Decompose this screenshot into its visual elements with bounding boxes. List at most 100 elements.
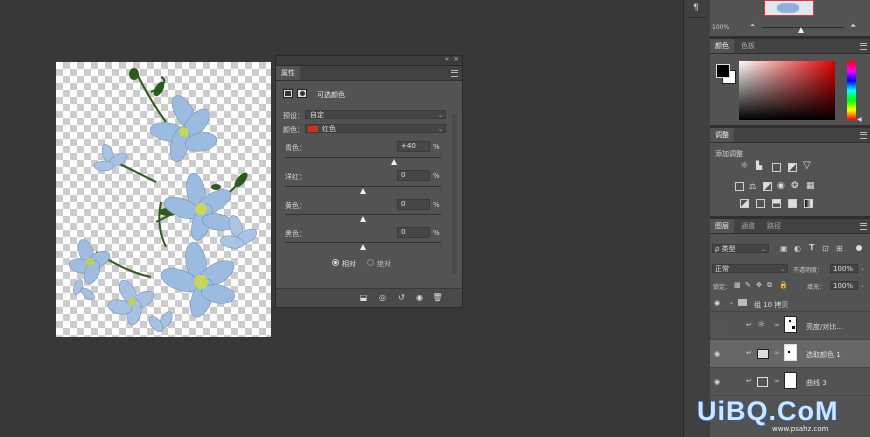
layer-row-curves[interactable]: ◉ ↵ ∞ 曲线 3 xyxy=(710,368,870,396)
colors-select[interactable]: 红色 ⌄ xyxy=(305,124,446,133)
panel-menu-icon[interactable] xyxy=(860,223,867,230)
tab-adjustments[interactable]: 调整 xyxy=(710,128,734,142)
navigator-thumbnail[interactable] xyxy=(764,0,814,16)
tab-channels[interactable]: 通道 xyxy=(736,219,760,233)
black-value-input[interactable]: 0 xyxy=(397,227,430,238)
reset-icon[interactable]: ↺ xyxy=(396,292,407,303)
layer-row-brightness[interactable]: ↵ ☼ ∞ 亮度/对比... xyxy=(710,312,870,340)
layer-mask-icon[interactable] xyxy=(297,89,307,98)
absolute-radio[interactable] xyxy=(367,259,374,266)
zoom-slider-handle[interactable] xyxy=(798,27,804,33)
filter-type-icon[interactable]: T xyxy=(809,243,814,252)
opacity-value: 100% xyxy=(833,265,854,273)
magenta-value-input[interactable]: 0 xyxy=(397,170,430,181)
layer-row-selective-color[interactable]: ◉ ↵ ∞ 选取颜色 1 xyxy=(710,340,870,368)
threshold-icon[interactable] xyxy=(772,199,781,210)
chevron-down-icon[interactable]: ⌄ xyxy=(729,299,734,306)
watermark: UiBQ.CoM www.psahz.com xyxy=(697,396,869,437)
hue-slider[interactable] xyxy=(847,61,856,120)
black-slider-track[interactable] xyxy=(285,242,441,243)
panel-menu-icon[interactable] xyxy=(860,132,867,139)
filter-shape-icon[interactable]: ⊡ xyxy=(822,244,829,253)
visibility-icon[interactable]: ◉ xyxy=(414,292,425,303)
panel-menu-icon[interactable] xyxy=(451,70,458,77)
levels-icon[interactable]: ▙ xyxy=(756,161,762,170)
lock-all-icon[interactable]: 🔒 xyxy=(779,281,788,289)
close-icon[interactable]: × xyxy=(453,55,459,63)
color-lookup-icon[interactable]: ▦ xyxy=(806,181,815,191)
gradient-map-icon[interactable] xyxy=(804,199,813,210)
filter-pixel-icon[interactable]: ▣ xyxy=(780,244,788,253)
layer-name[interactable]: 组 10 拷贝 xyxy=(754,300,788,310)
vibrance-icon[interactable]: ▽ xyxy=(803,160,811,171)
yellow-value-input[interactable]: 0 xyxy=(397,199,430,210)
opacity-dropdown-icon[interactable]: ⌄ xyxy=(860,265,865,272)
color-picker-field[interactable] xyxy=(739,61,835,120)
delete-icon[interactable]: 🗑 xyxy=(432,292,443,303)
zoom-in-icon[interactable]: ⏶ xyxy=(850,21,856,31)
document-canvas[interactable] xyxy=(56,62,271,337)
blend-mode-value: 正常 xyxy=(715,265,729,273)
eye-icon[interactable]: ◉ xyxy=(714,299,720,307)
fill-dropdown-icon[interactable]: ⌄ xyxy=(860,282,865,289)
filter-adjustment-icon[interactable]: ◐ xyxy=(794,244,801,253)
magenta-slider-track[interactable] xyxy=(285,186,441,187)
opacity-input[interactable]: 100% xyxy=(830,264,858,273)
magenta-slider-handle[interactable] xyxy=(360,188,366,194)
visibility-off-box[interactable] xyxy=(715,323,722,330)
preset-select[interactable]: 自定 ⌄ xyxy=(305,110,446,119)
yellow-slider-track[interactable] xyxy=(285,214,441,215)
layer-mask-thumbnail[interactable] xyxy=(784,344,797,361)
color-balance-icon[interactable]: ⚖ xyxy=(749,182,756,191)
tab-swatches[interactable]: 色板 xyxy=(736,39,760,53)
clip-to-layer-icon[interactable]: ⬓ xyxy=(358,292,369,303)
eye-icon[interactable]: ◉ xyxy=(714,378,720,386)
cyan-slider-track[interactable] xyxy=(285,157,441,158)
foreground-color-swatch[interactable] xyxy=(716,64,730,78)
properties-scrollbar[interactable] xyxy=(452,114,457,274)
cyan-slider-handle[interactable] xyxy=(391,159,397,165)
filter-toggle-icon[interactable] xyxy=(856,245,862,251)
lock-image-icon[interactable]: ✎ xyxy=(745,281,751,289)
zoom-level[interactable]: 100% xyxy=(712,24,729,31)
layer-mask-thumbnail[interactable] xyxy=(784,372,797,389)
black-white-icon[interactable] xyxy=(763,182,772,193)
layer-row-group[interactable]: ◉ ⌄ 组 10 拷贝 xyxy=(710,296,870,312)
lock-artboard-icon[interactable]: ⧉ xyxy=(767,281,772,290)
fill-input[interactable]: 100% xyxy=(830,281,858,290)
lock-transparent-icon[interactable]: ▩ xyxy=(734,281,741,289)
layer-mask-thumbnail[interactable] xyxy=(784,316,797,333)
black-slider-handle[interactable] xyxy=(360,244,366,250)
blend-mode-select[interactable]: 正常 ⌄ xyxy=(712,264,788,273)
invert-icon[interactable] xyxy=(740,199,749,210)
layer-name[interactable]: 曲线 3 xyxy=(806,378,827,388)
cyan-value-input[interactable]: +40 xyxy=(397,141,430,152)
layer-name[interactable]: 选取颜色 1 xyxy=(806,350,841,360)
eye-icon[interactable]: ◉ xyxy=(714,350,720,358)
posterize-icon[interactable] xyxy=(756,199,765,210)
tab-color[interactable]: 颜色 xyxy=(710,39,734,53)
selective-color-icon[interactable] xyxy=(788,199,797,210)
tab-properties[interactable]: 属性 xyxy=(276,66,300,80)
brightness-contrast-icon[interactable]: ☼ xyxy=(740,161,748,171)
channel-mixer-icon[interactable]: ❂ xyxy=(791,181,799,191)
curves-icon[interactable] xyxy=(772,163,781,174)
paragraph-icon[interactable]: ¶ xyxy=(693,3,699,13)
zoom-out-icon[interactable]: ⏶ xyxy=(750,22,755,30)
yellow-slider-handle[interactable] xyxy=(360,216,366,222)
exposure-icon[interactable] xyxy=(788,163,797,174)
layer-name[interactable]: 亮度/对比... xyxy=(806,322,843,332)
photo-filter-icon[interactable]: ◉ xyxy=(777,181,785,191)
tab-layers[interactable]: 图层 xyxy=(710,219,734,233)
layer-filter-select[interactable]: ρ 类型 ⌄ xyxy=(712,244,769,253)
folder-icon xyxy=(738,299,747,306)
filter-smart-object-icon[interactable]: ⊞ xyxy=(836,244,843,253)
properties-title-bar[interactable]: « × xyxy=(276,55,462,66)
lock-position-icon[interactable]: ✥ xyxy=(756,281,762,289)
tab-paths[interactable]: 路径 xyxy=(762,219,786,233)
hue-saturation-icon[interactable] xyxy=(735,182,744,193)
collapse-icon[interactable]: « xyxy=(445,55,449,63)
panel-menu-icon[interactable] xyxy=(860,43,867,50)
relative-radio[interactable] xyxy=(332,259,339,266)
view-previous-icon[interactable]: ◎ xyxy=(377,292,388,303)
